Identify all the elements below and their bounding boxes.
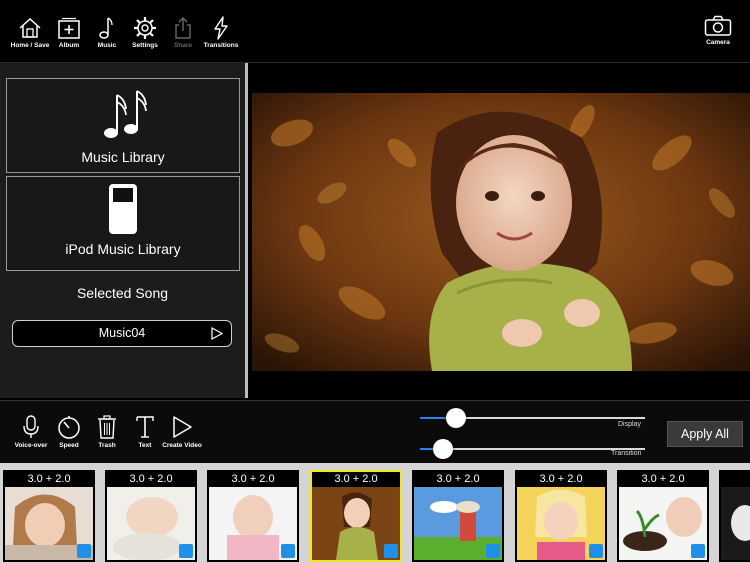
clip-item[interactable] bbox=[719, 470, 750, 562]
music-note-icon bbox=[99, 17, 113, 39]
transition-slider-knob[interactable] bbox=[432, 439, 453, 459]
clip-duration: 3.0 + 2.0 bbox=[619, 472, 707, 486]
create-video-label: Create Video bbox=[162, 442, 202, 449]
play-icon bbox=[173, 416, 192, 438]
display-slider-label: Display bbox=[618, 421, 641, 428]
apply-all-button[interactable]: Apply All bbox=[667, 421, 743, 447]
clip-item[interactable]: 3.0 + 2.0 bbox=[3, 470, 95, 562]
clip-item[interactable]: 3.0 + 2.0 bbox=[617, 470, 709, 562]
clip-duration: 3.0 + 2.0 bbox=[5, 472, 93, 486]
gear-icon bbox=[134, 17, 156, 39]
photo-preview[interactable] bbox=[252, 93, 750, 371]
edit-toolbar: Voice-over Speed Trash Text Create Video… bbox=[0, 400, 750, 463]
stopwatch-icon bbox=[58, 416, 80, 439]
clip-duration: 3.0 + 2.0 bbox=[414, 472, 502, 486]
transition-slider-label: Transition bbox=[611, 450, 642, 457]
play-song-icon[interactable] bbox=[211, 327, 223, 340]
album-add-icon bbox=[58, 17, 80, 39]
clip-item[interactable]: 3.0 + 2.0 bbox=[515, 470, 607, 562]
clip-duration bbox=[721, 472, 750, 486]
clip-item[interactable]: 3.0 + 2.0 bbox=[207, 470, 299, 562]
trash-icon bbox=[98, 415, 116, 439]
camera-icon bbox=[704, 15, 732, 36]
ipod-library-label: iPod Music Library bbox=[65, 241, 181, 257]
music-library-label: Music Library bbox=[81, 149, 165, 165]
clip-duration: 3.0 + 2.0 bbox=[312, 472, 400, 486]
selected-song-field[interactable]: Music04 bbox=[12, 320, 232, 347]
clip-item[interactable]: 3.0 + 2.0 bbox=[412, 470, 504, 562]
selected-song-name: Music04 bbox=[98, 326, 146, 340]
microphone-icon bbox=[23, 415, 39, 438]
text-icon bbox=[136, 416, 154, 438]
clip-item[interactable]: 3.0 + 2.0 bbox=[105, 470, 197, 562]
clip-duration: 3.0 + 2.0 bbox=[107, 472, 195, 486]
clip-filmstrip[interactable]: 3.0 + 2.0 3.0 + 2.0 3.0 + 2.0 3.0 + 2.0 … bbox=[0, 463, 750, 563]
music-panel: Music Library iPod Music Library Selecte… bbox=[0, 63, 245, 398]
lightning-icon bbox=[214, 16, 228, 40]
share-icon bbox=[175, 17, 191, 39]
clip-thumbnail bbox=[721, 487, 750, 560]
clip-duration: 3.0 + 2.0 bbox=[209, 472, 297, 486]
clip-link-badge[interactable] bbox=[486, 544, 500, 558]
create-video-button[interactable]: Create Video bbox=[160, 415, 204, 449]
selected-song-title: Selected Song bbox=[76, 285, 169, 301]
clip-link-badge[interactable] bbox=[281, 544, 295, 558]
clip-link-badge[interactable] bbox=[179, 544, 193, 558]
camera-button[interactable]: Camera bbox=[694, 15, 742, 46]
music-library-button[interactable]: Music Library bbox=[6, 78, 240, 173]
clip-item-selected[interactable]: 3.0 + 2.0 bbox=[310, 470, 402, 562]
transitions-button[interactable]: Transitions bbox=[197, 16, 245, 49]
transitions-label: Transitions bbox=[203, 42, 239, 49]
clip-duration: 3.0 + 2.0 bbox=[517, 472, 605, 486]
home-save-icon bbox=[19, 17, 41, 38]
top-toolbar: Home / Save Album Music Settings Share T… bbox=[0, 0, 750, 63]
girl-in-leaves-photo bbox=[252, 93, 750, 371]
clip-link-badge[interactable] bbox=[589, 544, 603, 558]
display-slider-knob[interactable] bbox=[446, 408, 466, 428]
clip-link-badge[interactable] bbox=[77, 544, 91, 558]
ipod-library-button[interactable]: iPod Music Library bbox=[6, 176, 240, 271]
camera-label: Camera bbox=[706, 39, 730, 46]
music-notes-icon bbox=[104, 90, 147, 138]
clip-link-badge[interactable] bbox=[384, 544, 398, 558]
ipod-icon bbox=[109, 184, 137, 234]
clip-link-badge[interactable] bbox=[691, 544, 705, 558]
